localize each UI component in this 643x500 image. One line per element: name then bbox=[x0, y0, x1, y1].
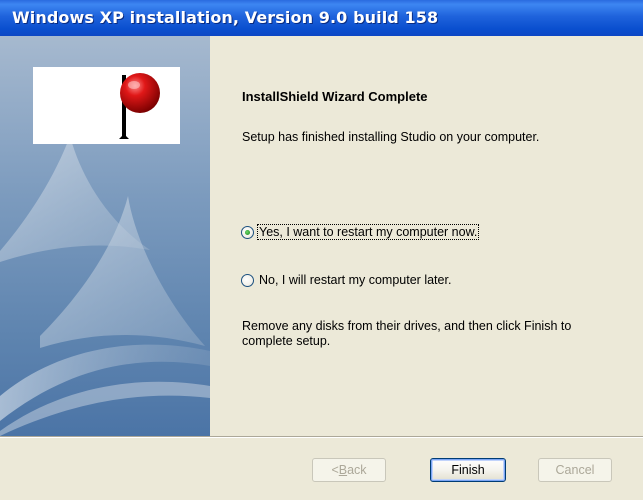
wizard-sidebar-banner bbox=[0, 36, 210, 436]
wizard-content: InstallShield Wizard Complete Setup has … bbox=[0, 36, 643, 436]
back-button[interactable]: < Back bbox=[312, 458, 386, 482]
cancel-button[interactable]: Cancel bbox=[538, 458, 612, 482]
restart-now-label[interactable]: Yes, I want to restart my computer now. bbox=[256, 224, 480, 240]
back-button-access-key: B bbox=[338, 463, 348, 477]
button-bar: < Back Finish Cancel bbox=[0, 438, 643, 500]
window-title: Windows XP installation, Version 9.0 bui… bbox=[12, 8, 439, 27]
remove-disks-message: Remove any disks from their drives, and … bbox=[242, 319, 572, 348]
back-button-prefix: < bbox=[331, 463, 339, 477]
restart-now-option[interactable]: Yes, I want to restart my computer now. bbox=[241, 223, 480, 241]
cancel-button-label: Cancel bbox=[555, 463, 595, 477]
wizard-main-panel: InstallShield Wizard Complete Setup has … bbox=[210, 36, 643, 436]
installshield-logo-icon bbox=[119, 73, 160, 139]
page-title: InstallShield Wizard Complete bbox=[242, 89, 428, 104]
restart-now-radio[interactable] bbox=[241, 225, 254, 239]
completion-message: Setup has finished installing Studio on … bbox=[242, 130, 540, 144]
finish-button[interactable]: Finish bbox=[430, 458, 506, 482]
window-titlebar[interactable]: Windows XP installation, Version 9.0 bui… bbox=[0, 0, 643, 36]
restart-later-radio[interactable] bbox=[241, 273, 254, 287]
restart-later-option[interactable]: No, I will restart my computer later. bbox=[241, 271, 452, 289]
restart-later-label[interactable]: No, I will restart my computer later. bbox=[258, 273, 452, 287]
installshield-logo bbox=[33, 67, 180, 144]
back-button-rest: ack bbox=[347, 463, 367, 477]
finish-button-label: Finish bbox=[451, 463, 485, 477]
